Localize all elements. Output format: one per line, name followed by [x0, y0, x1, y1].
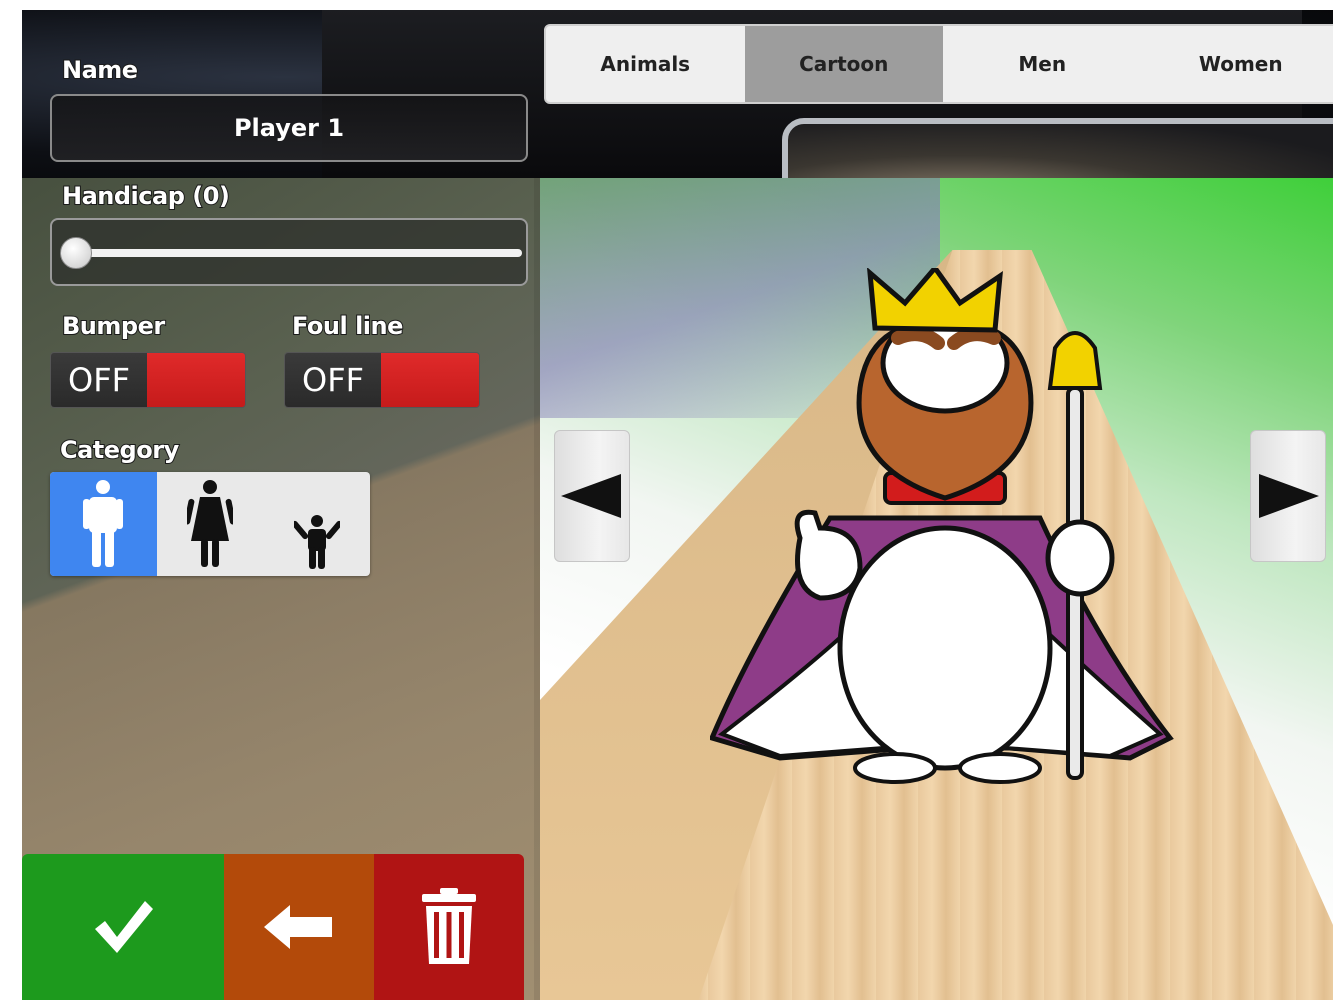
tab-women[interactable]: Women: [1142, 26, 1333, 102]
action-bar: [22, 854, 524, 1000]
name-label: Name: [61, 55, 139, 85]
tab-men[interactable]: Men: [943, 26, 1142, 102]
foul-line-toggle[interactable]: OFF: [284, 352, 480, 408]
handicap-slider-thumb[interactable]: [60, 237, 92, 269]
previous-avatar-button[interactable]: [554, 430, 630, 562]
tab-cartoon[interactable]: Cartoon: [744, 26, 943, 102]
bumper-toggle[interactable]: OFF: [50, 352, 246, 408]
category-woman-button[interactable]: [157, 472, 264, 576]
checkmark-icon: [95, 901, 153, 953]
foul-line-toggle-state: OFF: [285, 353, 381, 407]
woman-icon: [187, 480, 233, 567]
handicap-label: Handicap (0): [61, 181, 231, 211]
panel-divider: [534, 178, 540, 1000]
foul-line-label: Foul line: [291, 311, 404, 341]
trash-icon: [422, 888, 476, 964]
name-field[interactable]: Player 1: [50, 94, 528, 162]
bumper-label: Bumper: [61, 311, 166, 341]
bumper-toggle-state: OFF: [51, 353, 147, 407]
delete-button[interactable]: [374, 854, 524, 1000]
category-man-button[interactable]: [50, 472, 157, 576]
man-icon: [83, 480, 124, 567]
back-arrow-icon: [264, 905, 332, 949]
category-selector: [50, 472, 370, 576]
category-child-button[interactable]: [263, 472, 370, 576]
confirm-button[interactable]: [22, 854, 224, 1000]
handicap-slider[interactable]: [50, 218, 528, 286]
category-label: Category: [59, 435, 180, 465]
avatar-category-tabs: Animals Cartoon Men Women: [544, 24, 1333, 104]
foul-line-toggle-indicator: [381, 353, 479, 407]
arrow-right-icon: [1259, 474, 1319, 518]
tab-animals[interactable]: Animals: [546, 26, 745, 102]
player-editor-screen: Name Player 1 Handicap (0) Bumper OFF Fo…: [22, 10, 1333, 1000]
handicap-slider-track: [74, 249, 522, 257]
next-avatar-button[interactable]: [1250, 430, 1326, 562]
child-icon: [293, 515, 340, 569]
bumper-toggle-indicator: [147, 353, 245, 407]
back-button[interactable]: [224, 854, 374, 1000]
cartoon-king-avatar[interactable]: [710, 268, 1180, 788]
arrow-left-icon: [561, 474, 621, 518]
